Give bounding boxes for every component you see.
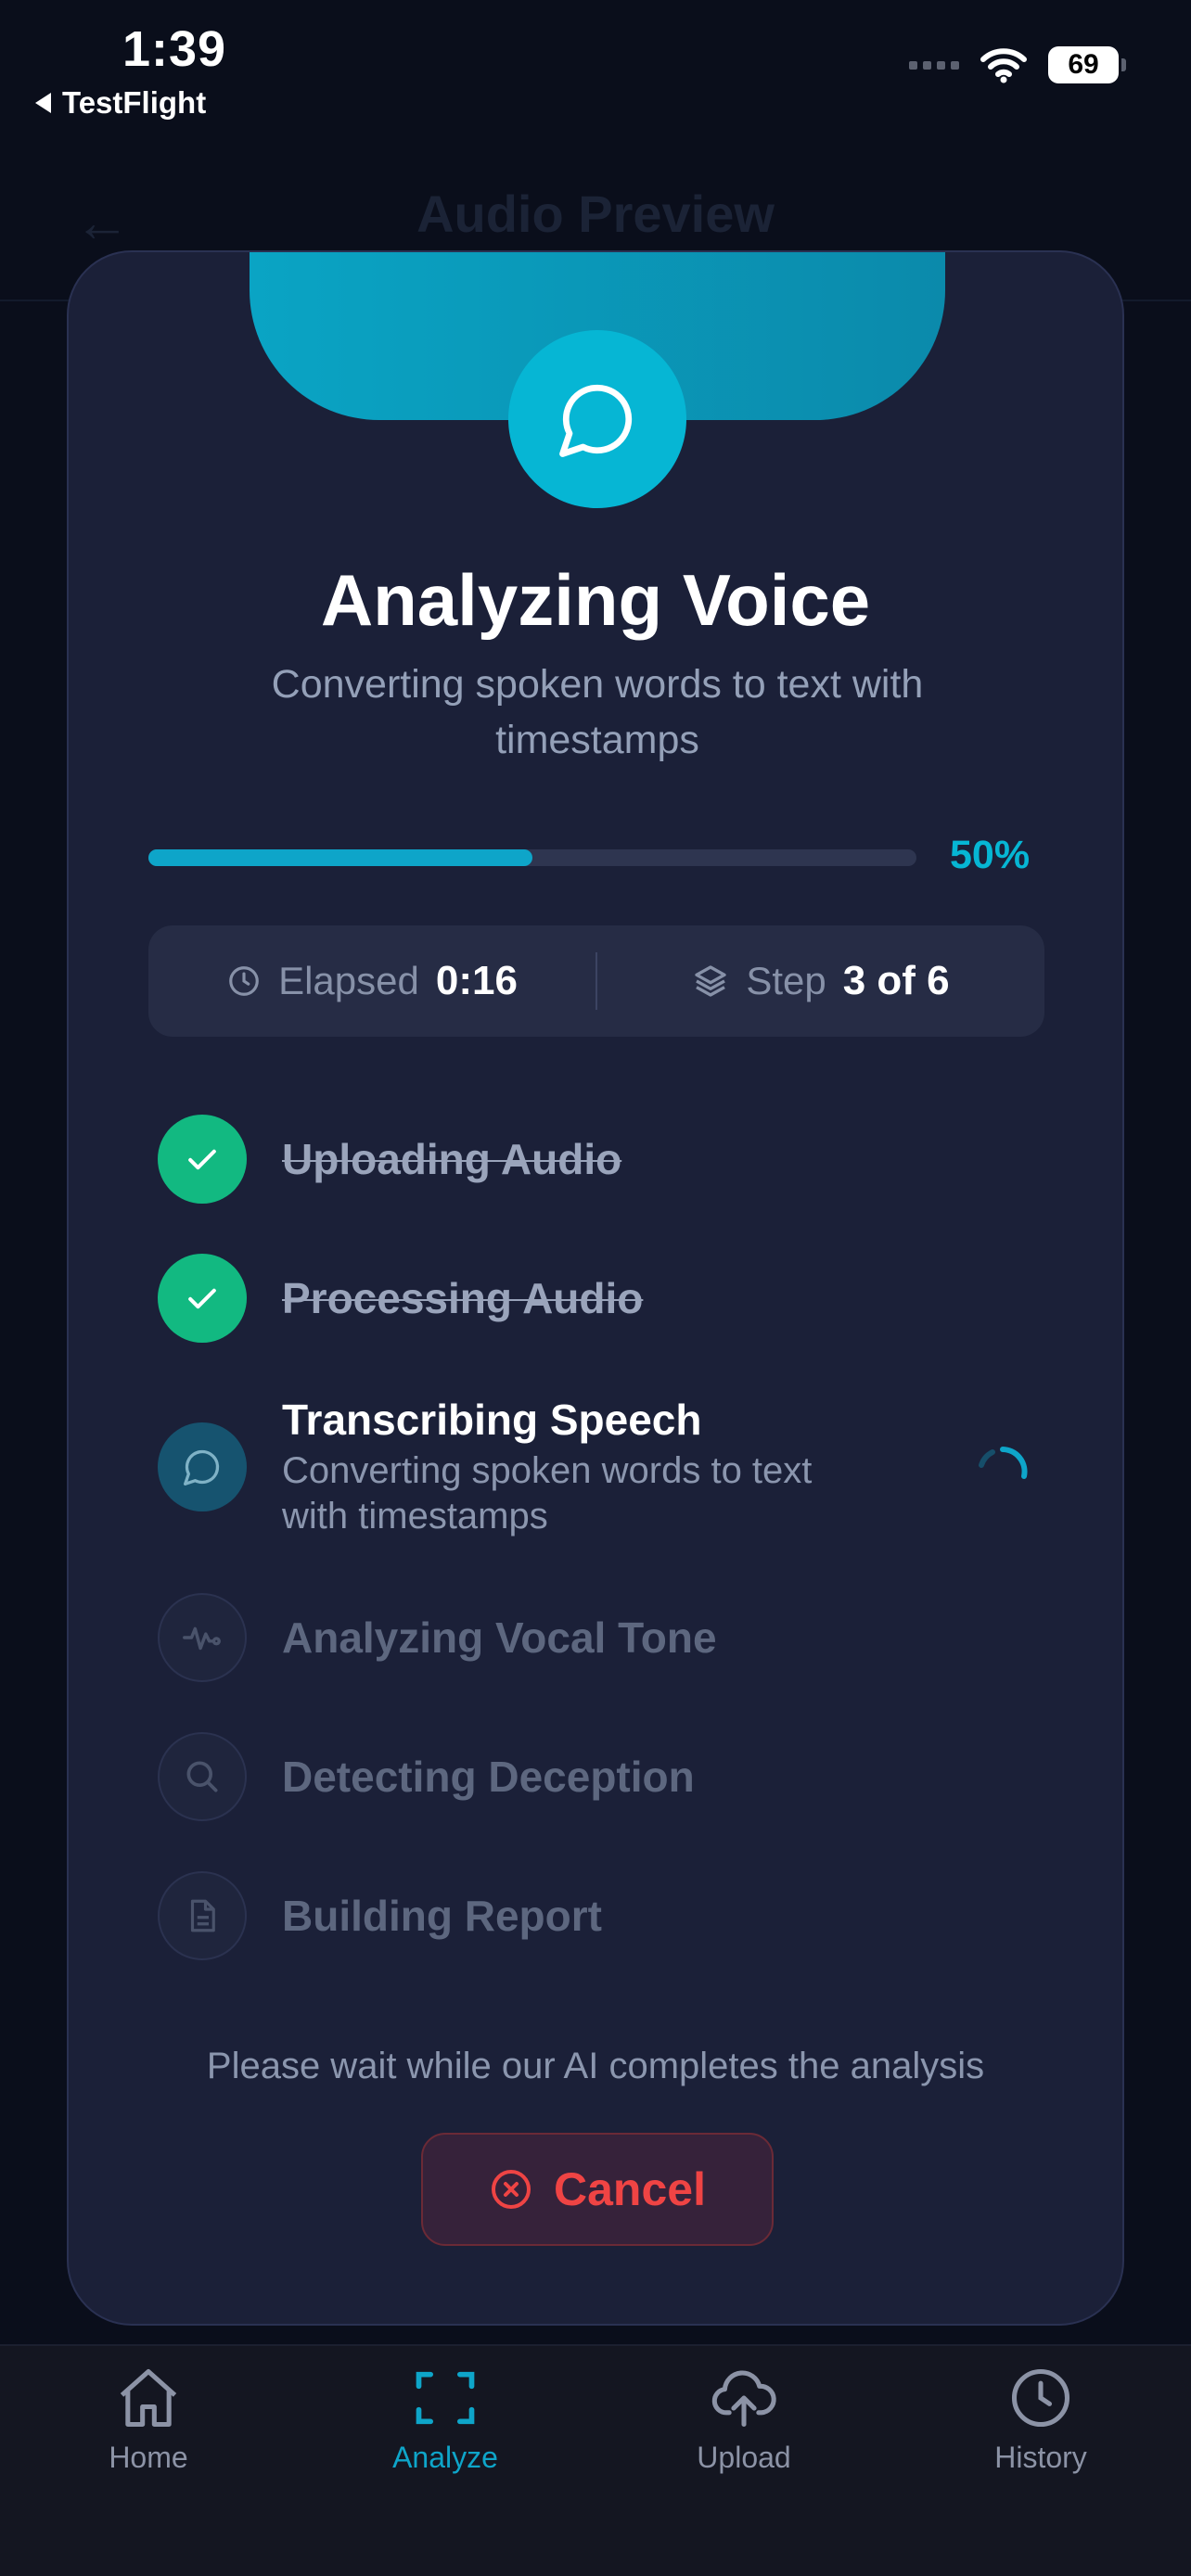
status-indicators: 69 xyxy=(909,46,1126,83)
progress-percent: 50% xyxy=(950,833,1031,877)
step-name: Detecting Deception xyxy=(282,1753,695,1801)
screen: 1:39 TestFlight 69 ← Audio Preview Analy… xyxy=(0,0,1191,2576)
step-name: Uploading Audio xyxy=(282,1135,622,1183)
cloud-upload-icon xyxy=(711,2370,776,2428)
elapsed-stat: Elapsed 0:16 xyxy=(148,958,596,1004)
step-detecting-deception: Detecting Deception xyxy=(158,1732,695,1821)
tab-history[interactable]: History xyxy=(929,2363,1152,2475)
elapsed-value: 0:16 xyxy=(435,958,518,1003)
back-app-label: TestFlight xyxy=(62,85,207,120)
step-uploading-audio: Uploading Audio xyxy=(158,1115,621,1204)
tab-label: Analyze xyxy=(392,2441,498,2474)
step-analyzing-vocal-tone: Analyzing Vocal Tone xyxy=(158,1593,717,1682)
waveform-icon xyxy=(158,1593,247,1682)
tab-home[interactable]: Home xyxy=(37,2363,260,2475)
background-page-title: Audio Preview xyxy=(416,185,775,243)
home-icon xyxy=(120,2368,177,2428)
cancel-button[interactable]: Cancel xyxy=(421,2133,774,2246)
progress-bar xyxy=(148,849,916,866)
stats-panel: Elapsed 0:16 Step 3 of 6 xyxy=(148,925,1044,1037)
step-name: Transcribing Speech xyxy=(282,1396,702,1444)
scan-icon xyxy=(416,2371,475,2425)
wifi-icon xyxy=(980,48,1027,83)
cancel-label: Cancel xyxy=(554,2163,706,2215)
back-triangle-icon xyxy=(35,93,51,113)
elapsed-label: Elapsed xyxy=(278,959,419,1002)
status-time: 1:39 xyxy=(122,21,227,77)
analysis-progress-modal: Analyzing Voice Converting spoken words … xyxy=(67,250,1124,2326)
cellular-signal-icon xyxy=(909,60,959,70)
progress-bar-fill xyxy=(148,849,532,866)
loading-spinner-icon xyxy=(979,1447,1028,1479)
step-processing-audio: Processing Audio xyxy=(158,1254,643,1343)
step-transcribing-speech: Transcribing Speech Converting spoken wo… xyxy=(158,1395,857,1539)
step-name: Processing Audio xyxy=(282,1274,644,1322)
step-name: Building Report xyxy=(282,1892,602,1940)
tab-label: Upload xyxy=(697,2441,791,2474)
step-description: Converting spoken words to text with tim… xyxy=(282,1450,813,1537)
clock-icon xyxy=(229,966,259,996)
message-circle-icon xyxy=(158,1422,247,1511)
back-to-app-link[interactable]: TestFlight xyxy=(35,85,206,121)
tab-upload[interactable]: Upload xyxy=(633,2363,855,2475)
modal-title: Analyzing Voice xyxy=(320,559,871,641)
message-circle-icon xyxy=(508,330,686,508)
check-icon xyxy=(158,1254,247,1343)
battery-indicator: 69 xyxy=(1048,46,1126,83)
search-icon xyxy=(158,1732,247,1821)
tab-label: Home xyxy=(109,2441,188,2474)
tab-label: History xyxy=(994,2441,1087,2474)
step-label: Step xyxy=(746,959,826,1002)
modal-subtitle: Converting spoken words to text with tim… xyxy=(271,662,924,762)
tab-analyze[interactable]: Analyze xyxy=(334,2363,557,2475)
x-circle-icon xyxy=(492,2170,531,2209)
step-value: 3 of 6 xyxy=(842,958,950,1003)
document-icon xyxy=(158,1871,247,1960)
check-icon xyxy=(158,1115,247,1204)
layers-icon xyxy=(695,965,726,997)
clock-icon xyxy=(1011,2368,1070,2428)
step-building-report: Building Report xyxy=(158,1871,602,1960)
step-name: Analyzing Vocal Tone xyxy=(282,1613,717,1662)
step-stat: Step 3 of 6 xyxy=(597,958,1044,1004)
wait-message: Please wait while our AI completes the a… xyxy=(206,2046,985,2086)
